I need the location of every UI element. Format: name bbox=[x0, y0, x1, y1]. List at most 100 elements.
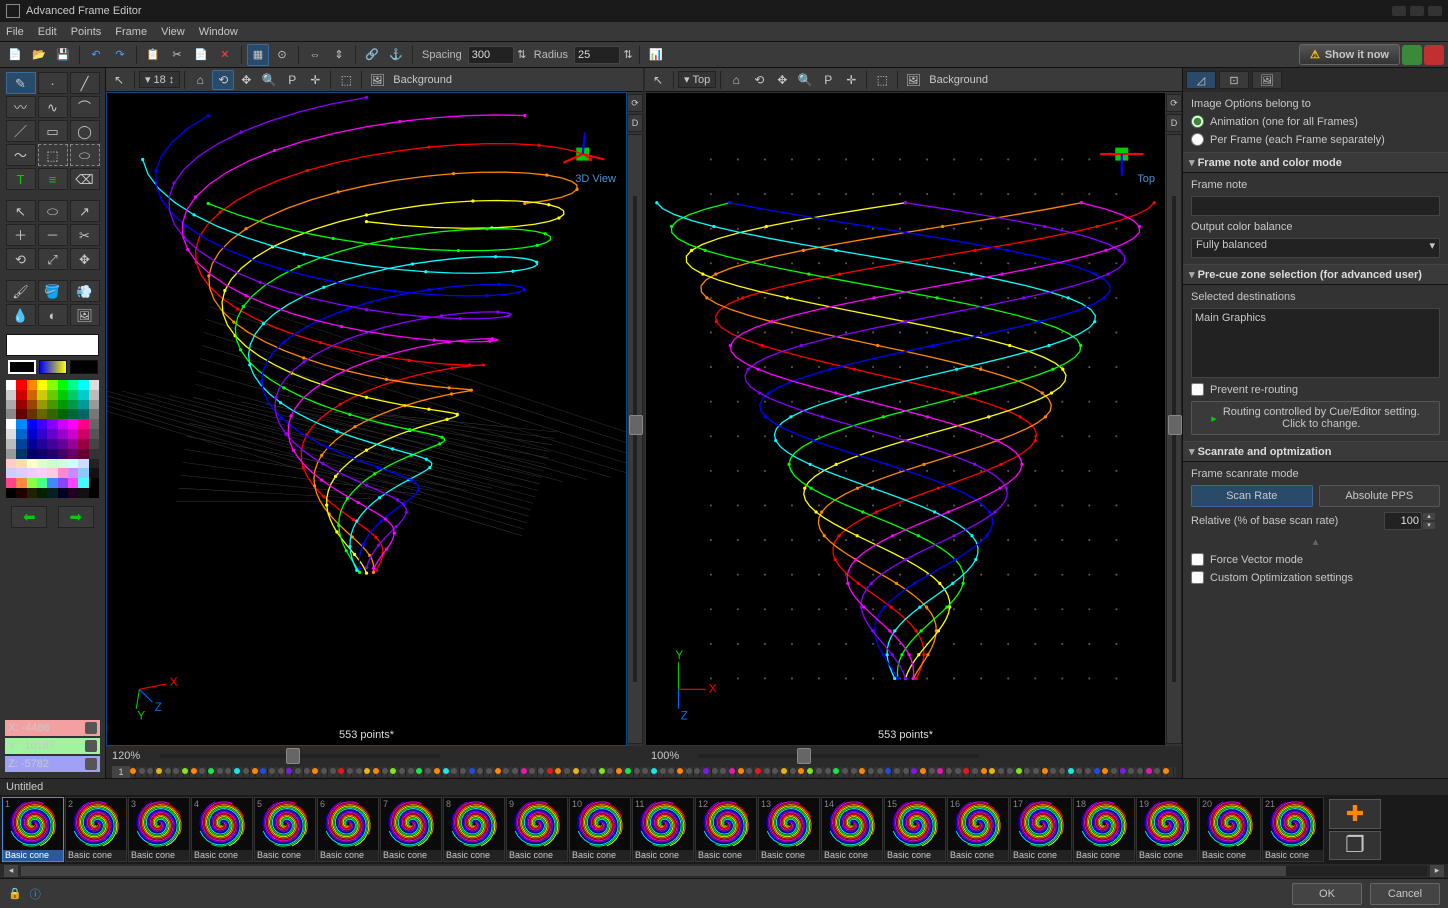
minimize-button[interactable] bbox=[1392, 6, 1406, 16]
duplicate-frame-button[interactable]: ❐ bbox=[1329, 831, 1381, 861]
vt2-crop-icon[interactable]: ⬚ bbox=[871, 70, 893, 90]
rotate-icon[interactable]: ⟲ bbox=[6, 248, 36, 270]
radius-input[interactable] bbox=[574, 46, 620, 64]
palette-swatch[interactable] bbox=[47, 419, 57, 429]
palette-mode-3[interactable] bbox=[70, 360, 98, 374]
vt-zoom-icon[interactable]: 🔍 bbox=[258, 70, 280, 90]
palette-swatch[interactable] bbox=[68, 409, 78, 419]
left-viewport[interactable]: XYZ 3D View 553 points* bbox=[106, 92, 627, 746]
scanrate-button[interactable]: Scan Rate bbox=[1191, 485, 1313, 507]
palette-swatch[interactable] bbox=[47, 468, 57, 478]
menu-file[interactable]: File bbox=[6, 26, 24, 38]
palette-swatch[interactable] bbox=[78, 400, 88, 410]
menu-window[interactable]: Window bbox=[199, 26, 238, 38]
routing-info-button[interactable]: ▸Routing controlled by Cue/Editor settin… bbox=[1191, 401, 1440, 435]
zoom-right-slider[interactable] bbox=[699, 754, 979, 758]
lock-y-icon[interactable] bbox=[85, 740, 97, 752]
panel-tab-3[interactable]: 🖼 bbox=[1252, 71, 1282, 89]
palette-swatch[interactable] bbox=[68, 478, 78, 488]
d-button[interactable]: D bbox=[627, 114, 643, 132]
palette-swatch[interactable] bbox=[47, 439, 57, 449]
snap-point-icon[interactable]: ⊙ bbox=[271, 44, 293, 66]
zoom-left-slider[interactable] bbox=[160, 754, 440, 758]
palette-swatch[interactable] bbox=[27, 380, 37, 390]
palette-swatch[interactable] bbox=[27, 439, 37, 449]
right-vslider[interactable] bbox=[1166, 134, 1182, 744]
image-icon[interactable]: 🖼 bbox=[70, 304, 100, 326]
palette-swatch[interactable] bbox=[47, 488, 57, 498]
palette-swatch[interactable] bbox=[89, 380, 99, 390]
frame-thumbnail[interactable]: 17Basic cone bbox=[1010, 797, 1072, 862]
frame-thumbnail[interactable]: 20Basic cone bbox=[1199, 797, 1261, 862]
curve-tool-icon[interactable]: ∿ bbox=[38, 96, 68, 118]
palette-swatch[interactable] bbox=[6, 380, 16, 390]
right-viewport[interactable]: XYZ Top 553 points* bbox=[645, 92, 1166, 746]
palette-swatch[interactable] bbox=[89, 390, 99, 400]
frame-thumbnail[interactable]: 12Basic cone bbox=[695, 797, 757, 862]
paste-icon[interactable]: 📄 bbox=[190, 44, 212, 66]
palette-swatch[interactable] bbox=[27, 468, 37, 478]
palette-swatch[interactable] bbox=[47, 478, 57, 488]
segment-tool-icon[interactable]: ／ bbox=[6, 120, 36, 142]
palette-swatch[interactable] bbox=[78, 478, 88, 488]
cut-icon[interactable]: ✂ bbox=[166, 44, 188, 66]
cancel-button[interactable]: Cancel bbox=[1370, 883, 1440, 905]
remove-point-icon[interactable]: － bbox=[38, 224, 68, 246]
frame-thumbnail[interactable]: 10Basic cone bbox=[569, 797, 631, 862]
frame-thumbnail[interactable]: 13Basic cone bbox=[758, 797, 820, 862]
move-icon[interactable]: ✥ bbox=[70, 248, 100, 270]
frame-thumbnail[interactable]: 4Basic cone bbox=[191, 797, 253, 862]
palette-swatch[interactable] bbox=[47, 449, 57, 459]
d-button-2[interactable]: D bbox=[1166, 114, 1182, 132]
palette-swatch[interactable] bbox=[58, 409, 68, 419]
spray-icon[interactable]: 💨 bbox=[70, 280, 100, 302]
palette-swatch[interactable] bbox=[37, 429, 47, 439]
preview-green-button[interactable] bbox=[1402, 45, 1422, 65]
bezier-tool-icon[interactable]: ⌒ bbox=[70, 96, 100, 118]
paint-icon[interactable]: 🖌 bbox=[6, 280, 36, 302]
split-icon[interactable]: ✂ bbox=[70, 224, 100, 246]
palette-swatch[interactable] bbox=[68, 439, 78, 449]
line-tool-icon[interactable]: ╱ bbox=[70, 72, 100, 94]
palette-swatch[interactable] bbox=[78, 488, 88, 498]
vt2-p-icon[interactable]: P bbox=[817, 70, 839, 90]
palette-swatch[interactable] bbox=[37, 459, 47, 469]
lasso-icon[interactable]: ⬭ bbox=[38, 200, 68, 222]
mirror-v-icon[interactable]: ⇕ bbox=[328, 44, 350, 66]
polyline-tool-icon[interactable]: 〰 bbox=[6, 96, 36, 118]
copy-icon[interactable]: 📋 bbox=[142, 44, 164, 66]
palette-swatch[interactable] bbox=[58, 439, 68, 449]
palette-swatch[interactable] bbox=[68, 468, 78, 478]
redo-icon[interactable]: ↷ bbox=[109, 44, 131, 66]
palette-swatch[interactable] bbox=[78, 439, 88, 449]
left-vslider[interactable] bbox=[627, 134, 643, 744]
vt2-bg-icon[interactable]: 🖼 bbox=[902, 70, 924, 90]
palette-swatch[interactable] bbox=[6, 419, 16, 429]
palette-swatch[interactable] bbox=[16, 380, 26, 390]
palette-swatch[interactable] bbox=[6, 459, 16, 469]
snap-grid-icon[interactable]: ▦ bbox=[247, 44, 269, 66]
palette-swatch[interactable] bbox=[16, 419, 26, 429]
palette-swatch[interactable] bbox=[6, 390, 16, 400]
palette-swatch[interactable] bbox=[68, 400, 78, 410]
palette-swatch[interactable] bbox=[58, 478, 68, 488]
select-ellipse-icon[interactable]: ⬭ bbox=[70, 144, 100, 166]
palette-swatch[interactable] bbox=[47, 380, 57, 390]
view-dropdown[interactable]: ▾ Top bbox=[678, 71, 716, 88]
prevent-reroute-check[interactable]: Prevent re-routing bbox=[1191, 383, 1440, 396]
hdr-scanrate[interactable]: Scanrate and optmization bbox=[1183, 441, 1448, 462]
pencil-tool-icon[interactable]: ✎ bbox=[6, 72, 36, 94]
menu-edit[interactable]: Edit bbox=[38, 26, 57, 38]
prev-color-button[interactable]: ⬅ bbox=[11, 506, 47, 528]
palette-swatch[interactable] bbox=[27, 488, 37, 498]
scroll-left-icon[interactable]: ◂ bbox=[4, 865, 18, 877]
palette-swatch[interactable] bbox=[78, 468, 88, 478]
palette-swatch[interactable] bbox=[58, 419, 68, 429]
color-palette[interactable] bbox=[6, 380, 99, 498]
palette-swatch[interactable] bbox=[16, 390, 26, 400]
palette-swatch[interactable] bbox=[27, 419, 37, 429]
vt-bg-icon[interactable]: 🖼 bbox=[366, 70, 388, 90]
close-button[interactable] bbox=[1428, 6, 1442, 16]
rotate-view-icon-2[interactable]: ⟳ bbox=[1166, 94, 1182, 112]
dest-list[interactable]: Main Graphics bbox=[1191, 308, 1440, 378]
